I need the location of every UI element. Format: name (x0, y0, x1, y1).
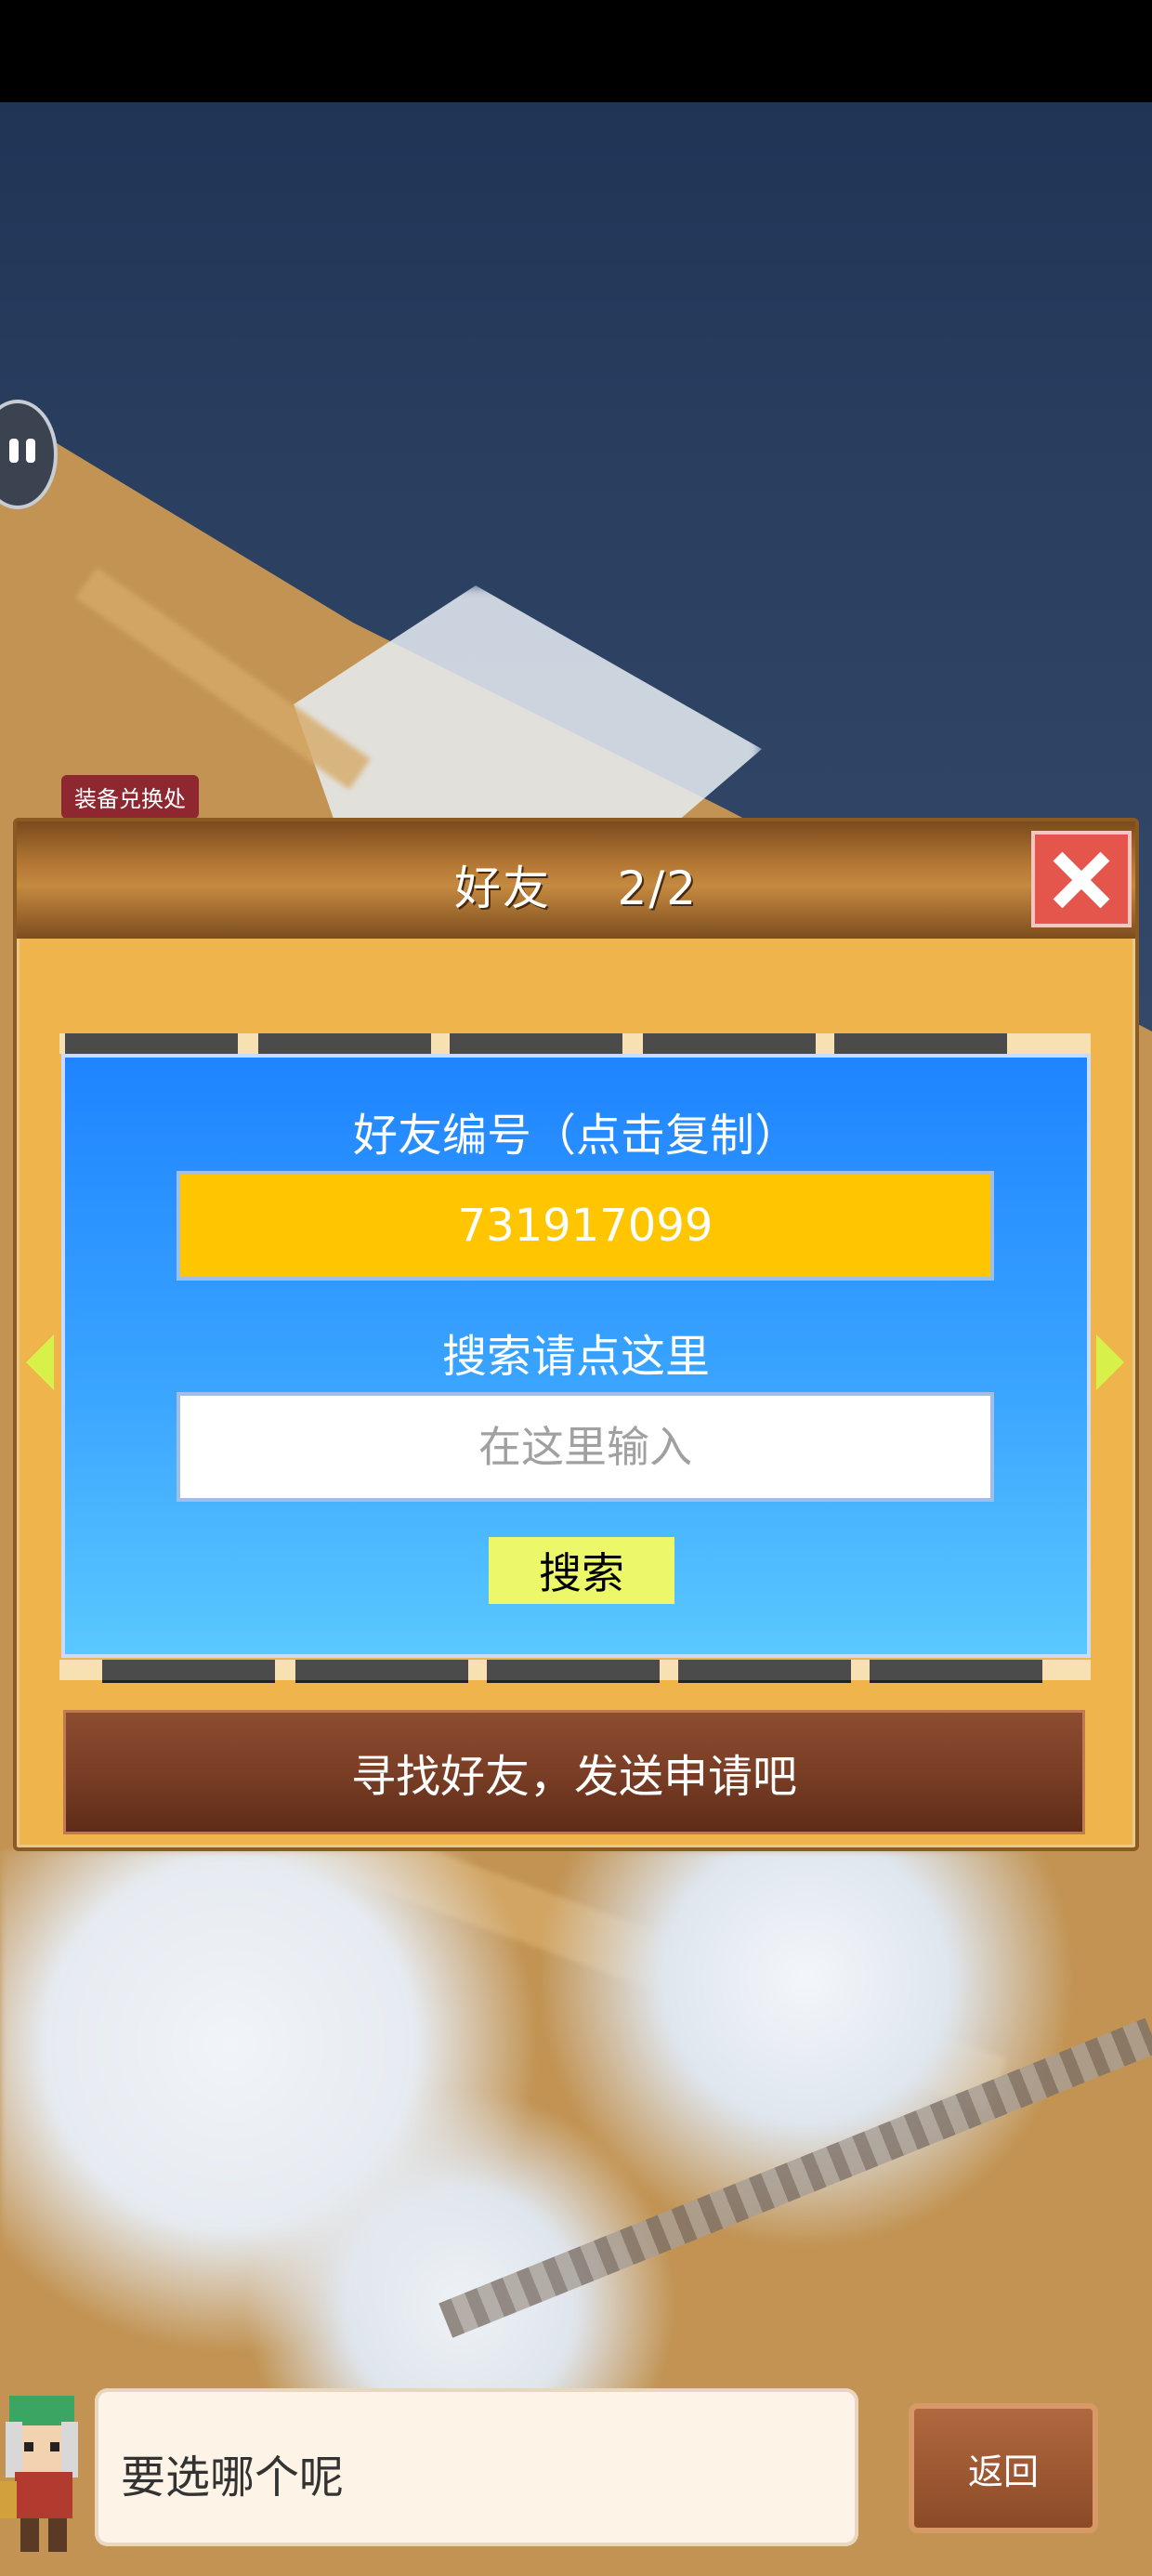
search-input[interactable] (177, 1392, 994, 1502)
speech-bubble: 要选哪个呢 (95, 2388, 858, 2546)
slot-strip-top (59, 1033, 1091, 1057)
search-label: 搜索请点这里 (441, 1331, 710, 1383)
slot-strip-bottom (59, 1660, 1091, 1683)
friend-id-copy-button[interactable]: 731917099 (177, 1171, 994, 1281)
prompt-text: 要选哪个呢 (121, 2451, 345, 2504)
friend-id-label: 好友编号（点击复制） (352, 1110, 799, 1162)
dialog-header: 好友 2/2 (17, 821, 1135, 939)
arrow-left-icon[interactable] (26, 1334, 54, 1390)
dialog-title-text: 好友 (453, 861, 551, 915)
building-label-equipment-exchange[interactable]: 装备兑换处 (61, 775, 199, 819)
dialog-title: 好友 2/2 (17, 851, 1135, 918)
find-friends-button[interactable]: 寻找好友，发送申请吧 (63, 1710, 1085, 1834)
friend-id-value: 731917099 (457, 1200, 713, 1252)
close-icon[interactable] (1031, 831, 1132, 927)
friend-search-panel: 好友编号（点击复制） 731917099 搜索请点这里 搜索 (61, 1054, 1091, 1658)
back-button[interactable]: 返回 (909, 2403, 1098, 2533)
search-button[interactable]: 搜索 (489, 1537, 674, 1604)
status-bar (0, 0, 1152, 102)
character-avatar (0, 2396, 78, 2552)
page-indicator: 2/2 (617, 861, 699, 915)
arrow-right-icon[interactable] (1096, 1334, 1124, 1390)
